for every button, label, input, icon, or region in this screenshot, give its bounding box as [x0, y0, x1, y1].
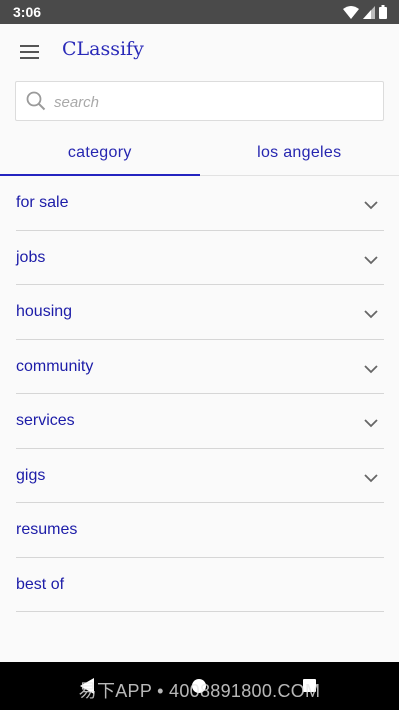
- category-label: community: [16, 357, 94, 375]
- category-label: resumes: [16, 521, 78, 538]
- app-title: CLassify: [62, 38, 144, 60]
- chevron-down-icon[interactable]: [364, 306, 378, 324]
- tab-category[interactable]: category: [0, 132, 200, 175]
- chevron-down-icon[interactable]: [364, 361, 378, 379]
- category-list: for sale jobs housing community services…: [0, 176, 399, 612]
- status-icons: [343, 5, 387, 24]
- signal-icon: [363, 5, 375, 24]
- category-item-resumes[interactable]: resumes: [16, 503, 384, 558]
- category-label: gigs: [16, 466, 46, 484]
- category-item-gigs[interactable]: gigs: [16, 449, 384, 503]
- search-icon: [26, 91, 46, 116]
- app-bar: CLassify: [0, 24, 399, 80]
- tab-location[interactable]: los angeles: [200, 132, 399, 175]
- chevron-down-icon[interactable]: [364, 470, 378, 488]
- search-input[interactable]: [54, 90, 374, 114]
- tab-bar: category los angeles: [0, 132, 399, 176]
- category-item-housing[interactable]: housing: [16, 285, 384, 340]
- battery-icon: [379, 5, 387, 24]
- wifi-icon: [343, 5, 359, 24]
- system-nav-bar: 易下APP • 4008891800.COM: [0, 662, 399, 710]
- category-item-for-sale[interactable]: for sale: [16, 176, 384, 231]
- category-label: jobs: [16, 248, 46, 266]
- category-item-jobs[interactable]: jobs: [16, 231, 384, 285]
- category-label: best of: [16, 575, 65, 593]
- category-item-services[interactable]: services: [16, 394, 384, 449]
- chevron-down-icon[interactable]: [364, 197, 378, 215]
- category-label: for sale: [16, 194, 69, 211]
- chevron-down-icon[interactable]: [364, 252, 378, 270]
- status-bar: 3:06: [0, 0, 399, 24]
- category-label: housing: [16, 303, 73, 320]
- category-label: services: [16, 412, 75, 429]
- status-time: 3:06: [13, 4, 42, 20]
- menu-icon[interactable]: [20, 39, 50, 65]
- watermark: 易下APP • 4008891800.COM: [78, 681, 321, 701]
- chevron-down-icon[interactable]: [364, 415, 378, 433]
- category-item-community[interactable]: community: [16, 340, 384, 394]
- search-box[interactable]: [15, 81, 384, 121]
- category-item-best-of[interactable]: best of: [16, 558, 384, 612]
